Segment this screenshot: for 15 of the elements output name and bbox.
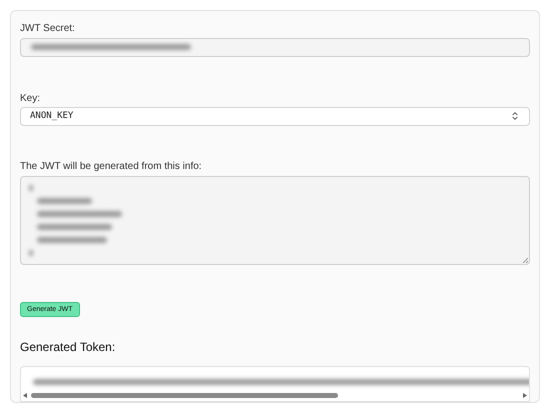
scroll-right-icon[interactable] xyxy=(523,393,527,398)
secret-input-field[interactable] xyxy=(20,38,530,57)
resize-grip-icon xyxy=(522,256,528,263)
section-heading: Generated Token: xyxy=(20,340,116,354)
field-label: JWT Secret: xyxy=(20,23,76,35)
key-select[interactable]: ANON_KEY xyxy=(20,106,530,126)
horizontal-scrollbar[interactable] xyxy=(23,392,527,399)
blurred-text xyxy=(37,198,92,204)
field-label: The JWT will be generated from this info: xyxy=(20,160,203,173)
info-text-area[interactable] xyxy=(20,176,530,265)
scrollbar-thumb[interactable] xyxy=(31,393,338,398)
blurred-text xyxy=(37,236,107,243)
field-label: Key: xyxy=(20,92,42,105)
chevron-up-down-icon xyxy=(510,111,520,122)
scroll-left-icon[interactable] xyxy=(23,393,27,398)
